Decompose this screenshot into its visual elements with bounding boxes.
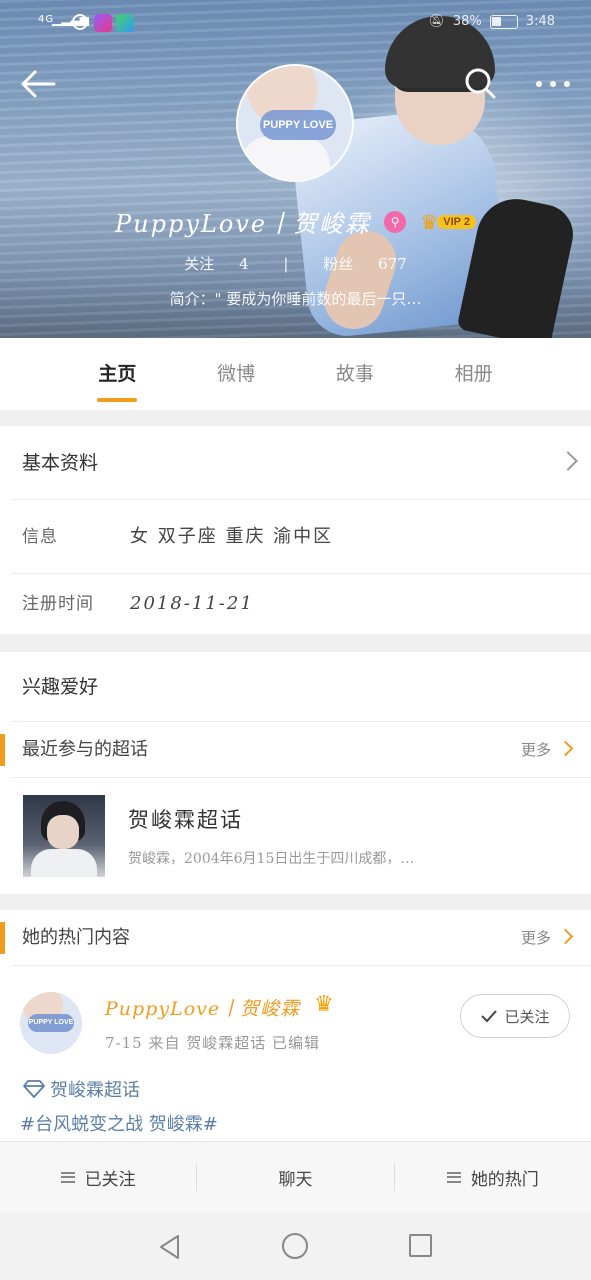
mute-icon: 🔕︎ — [428, 14, 445, 29]
more-button[interactable] — [530, 70, 576, 98]
active-tab-indicator — [97, 398, 138, 402]
tab-story-label: 故事 — [335, 363, 374, 385]
fans-link[interactable]: 粉丝 677 — [313, 255, 416, 273]
more-dots-icon — [536, 81, 570, 87]
basic-info-row[interactable]: 基本资料 — [12, 426, 591, 500]
vip-level: VIP 2 — [437, 214, 476, 229]
app-notification-icon-2 — [116, 14, 134, 32]
hashtag-link[interactable]: #台风蜕变之战 贺峻霖# — [20, 1110, 218, 1136]
super-topic-label: 贺峻霖超话 — [50, 1080, 140, 1101]
profile-name-line: PuppyLove丨贺峻霖 ⚲ ♛ VIP 2 — [0, 204, 591, 244]
avatar-badge-text: PUPPY LOVE — [260, 110, 336, 140]
follow-stats: 关注 4 | 粉丝 677 — [0, 253, 591, 274]
more-link[interactable]: 更多 — [521, 722, 551, 778]
status-bar: 4G ▁▂▃▅ 🔕︎ 38% 3:48 — [0, 10, 591, 38]
hot-content-header[interactable]: 她的热门内容 更多 — [0, 910, 591, 966]
profile-bio[interactable]: 简介：" 要成为你睡前数的最后一只… — [0, 288, 591, 309]
check-icon — [481, 1010, 498, 1023]
tab-home-label: 主页 — [98, 363, 137, 385]
followed-label: 已关注 — [504, 1007, 550, 1026]
info-row: 信息 女 双子座 重庆 渝中区 — [12, 500, 591, 574]
followed-button[interactable]: 已关注 — [460, 994, 570, 1038]
recent-topics-header[interactable]: 最近参与的超话 更多 — [0, 722, 591, 778]
section-accent-bar — [0, 734, 5, 766]
followed-menu-label: 已关注 — [84, 1169, 136, 1190]
fans-count: 677 — [378, 255, 407, 273]
registration-row: 注册时间 2018-11-21 — [12, 574, 591, 634]
battery-icon — [489, 14, 518, 29]
tab-weibo[interactable]: 微博 — [177, 338, 296, 410]
hot-content-title: 她的热门内容 — [22, 927, 130, 948]
chevron-right-icon — [557, 740, 574, 757]
menu-icon — [60, 1171, 75, 1183]
tab-home[interactable]: 主页 — [58, 338, 177, 410]
following-link[interactable]: 关注 4 — [174, 255, 263, 273]
avatar-shirt — [240, 136, 330, 180]
interests-card: 兴趣爱好 最近参与的超话 更多 贺峻霖超话 贺峻霖，2004年6月15日出生于四… — [0, 652, 591, 894]
post-avatar-badge: PUPPY LOVE — [28, 1014, 74, 1032]
menu-icon — [446, 1171, 461, 1183]
tab-album[interactable]: 相册 — [414, 338, 533, 410]
thumb-face — [47, 815, 79, 849]
headset-icon — [72, 14, 88, 30]
vip-badge[interactable]: ♛ VIP 2 — [417, 211, 476, 233]
nav-back-icon[interactable] — [158, 1234, 182, 1260]
clock: 3:48 — [525, 14, 555, 29]
topic-item[interactable]: 贺峻霖超话 贺峻霖，2004年6月15日出生于四川成都，… — [0, 778, 591, 893]
status-right: 🔕︎ 38% 3:48 — [428, 14, 555, 29]
hot-post[interactable]: PUPPY LOVE PuppyLove丨贺峻霖 ♛ 7-15 来自 贺峻霖超话… — [0, 966, 591, 1141]
post-author[interactable]: PuppyLove丨贺峻霖 — [105, 994, 300, 1021]
topic-description: 贺峻霖，2004年6月15日出生于四川成都，… — [128, 851, 415, 867]
following-count: 4 — [239, 255, 249, 273]
interests-row: 兴趣爱好 — [12, 652, 591, 722]
info-label: 信息 — [22, 527, 58, 547]
post-meta: 7-15 来自 贺峻霖超话 已编辑 — [105, 1034, 321, 1052]
app-notification-icon — [94, 14, 112, 32]
stats-separator: | — [283, 255, 289, 273]
her-hot-label: 她的热门 — [470, 1169, 539, 1190]
hot-content-card: 她的热门内容 更多 PUPPY LOVE PuppyLove丨贺峻霖 ♛ 7-1… — [0, 910, 591, 1141]
profile-avatar[interactable]: PUPPY LOVE — [236, 64, 354, 182]
post-avatar[interactable]: PUPPY LOVE — [20, 992, 82, 1054]
chat-button[interactable]: 聊天 — [197, 1165, 393, 1190]
registration-label: 注册时间 — [22, 594, 94, 614]
super-topic-link[interactable]: 贺峻霖超话 — [22, 1076, 140, 1102]
topic-thumbnail — [23, 795, 105, 877]
tab-weibo-label: 微博 — [217, 363, 256, 385]
chat-label: 聊天 — [278, 1169, 313, 1190]
interests-title: 兴趣爱好 — [22, 676, 99, 698]
back-arrow-icon — [21, 70, 56, 98]
diamond-icon — [23, 1080, 45, 1098]
system-nav-bar — [0, 1212, 591, 1280]
registration-date: 2018-11-21 — [130, 593, 254, 614]
chevron-right-icon — [558, 451, 578, 471]
recent-topics-title: 最近参与的超话 — [22, 739, 148, 760]
topic-title: 贺峻霖超话 — [128, 808, 243, 832]
fans-label: 粉丝 — [323, 255, 354, 273]
section-accent-bar — [0, 922, 5, 954]
more-link[interactable]: 更多 — [521, 910, 551, 966]
profile-tabs: 主页 微博 故事 相册 — [58, 338, 533, 410]
verified-icon[interactable]: ⚲ — [384, 210, 407, 233]
following-label: 关注 — [184, 255, 215, 273]
her-hot-button[interactable]: 她的热门 — [395, 1165, 591, 1190]
search-button[interactable] — [462, 66, 498, 102]
chevron-right-icon — [557, 928, 574, 945]
followed-menu-button[interactable]: 已关注 — [0, 1165, 196, 1190]
profile-cover: 4G ▁▂▃▅ 🔕︎ 38% 3:48 PUPPY LOVE PuppyLove… — [0, 0, 591, 338]
tab-story[interactable]: 故事 — [296, 338, 415, 410]
info-value: 女 双子座 重庆 渝中区 — [130, 526, 334, 547]
basic-info-card: 基本资料 信息 女 双子座 重庆 渝中区 注册时间 2018-11-21 — [0, 426, 591, 634]
battery-percent: 38% — [452, 14, 482, 29]
search-icon — [465, 68, 496, 99]
nav-home-icon[interactable] — [282, 1233, 308, 1259]
tab-album-label: 相册 — [454, 363, 493, 385]
profile-bottom-bar: 已关注 聊天 她的热门 — [0, 1141, 591, 1212]
nav-recents-icon[interactable] — [409, 1234, 432, 1257]
thumb-body — [31, 849, 97, 877]
crown-icon: ♛ — [314, 992, 334, 1017]
profile-name: PuppyLove丨贺峻霖 — [115, 210, 372, 238]
back-button[interactable] — [18, 66, 58, 102]
basic-info-title: 基本资料 — [22, 452, 99, 474]
